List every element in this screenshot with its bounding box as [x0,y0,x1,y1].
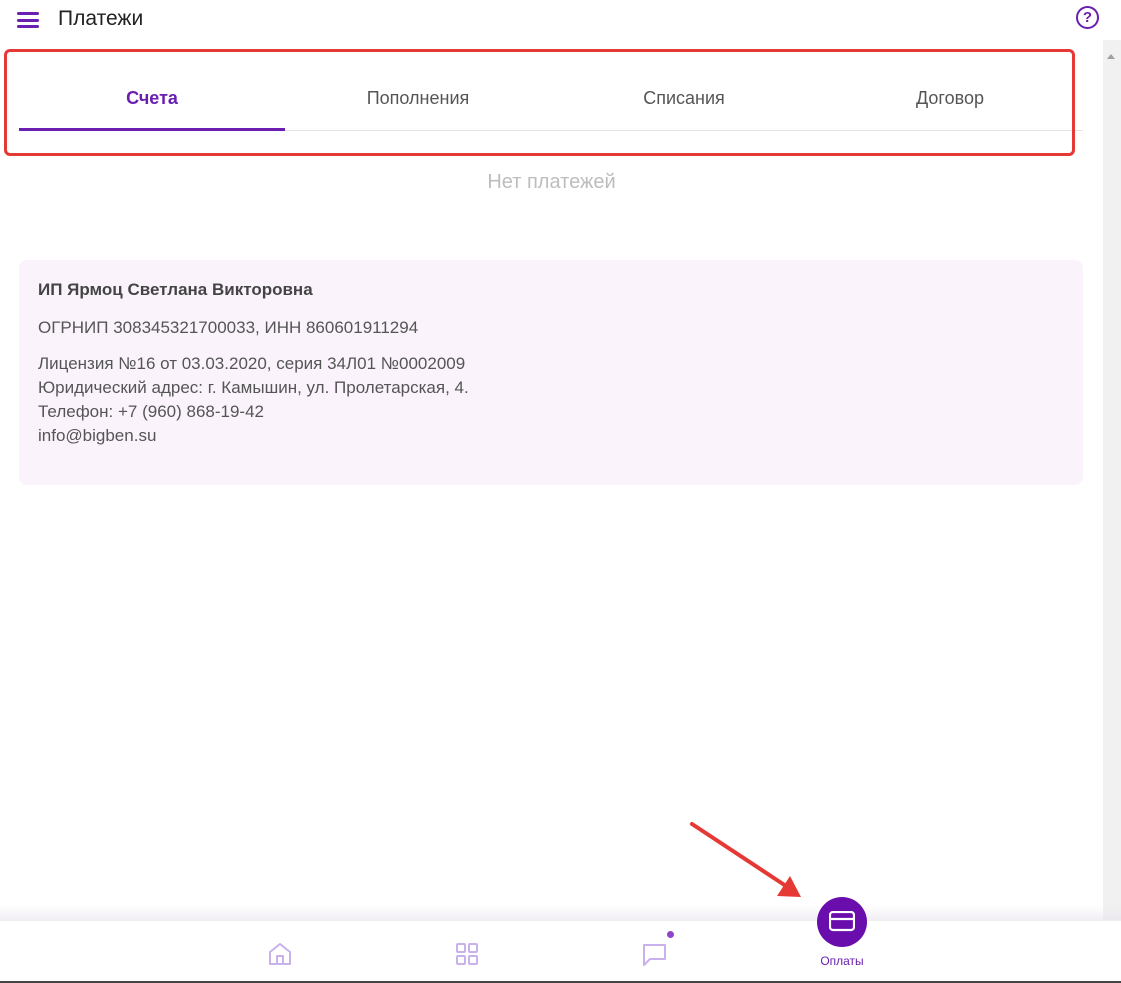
company-license: Лицензия №16 от 03.03.2020, серия 34Л01 … [38,354,466,373]
scrollbar[interactable] [1103,40,1121,920]
payments-nav-button[interactable] [817,897,867,947]
company-info-card: ИП Ярмоц Светлана Викторовна ОГРНИП 3083… [19,260,1083,485]
tabs: Счета Пополнения Списания Договор [19,70,1083,131]
grid-icon[interactable] [455,942,480,967]
menu-icon[interactable] [17,12,39,28]
home-icon[interactable] [267,941,293,967]
tab-charges[interactable]: Списания [551,70,817,130]
bottom-nav-shadow [0,905,1121,921]
top-bar: Платежи ? [0,0,1103,40]
company-ids: ОГРНИП 308345321700033, ИНН 860601911294 [38,318,419,337]
tab-contract[interactable]: Договор [817,70,1083,130]
bottom-nav [0,920,1121,982]
help-icon[interactable]: ? [1076,6,1099,29]
empty-state-text: Нет платежей [487,171,616,193]
card-icon [829,911,855,932]
annotation-arrow-icon [690,822,801,897]
company-name: ИП Ярмоц Светлана Викторовна [38,280,313,299]
notification-dot [667,931,674,938]
chat-icon[interactable] [641,941,669,969]
scroll-up-arrow-icon[interactable] [1107,54,1115,59]
payments-nav-label[interactable]: Оплаты [792,954,892,968]
tab-accounts[interactable]: Счета [19,70,285,131]
company-email: info@bigben.su [38,426,157,445]
page-title: Платежи [58,7,144,30]
tab-top-ups[interactable]: Пополнения [285,70,551,130]
company-phone: Телефон: +7 (960) 868-19-42 [38,402,264,421]
company-address: Юридический адрес: г. Камышин, ул. Проле… [38,378,469,397]
